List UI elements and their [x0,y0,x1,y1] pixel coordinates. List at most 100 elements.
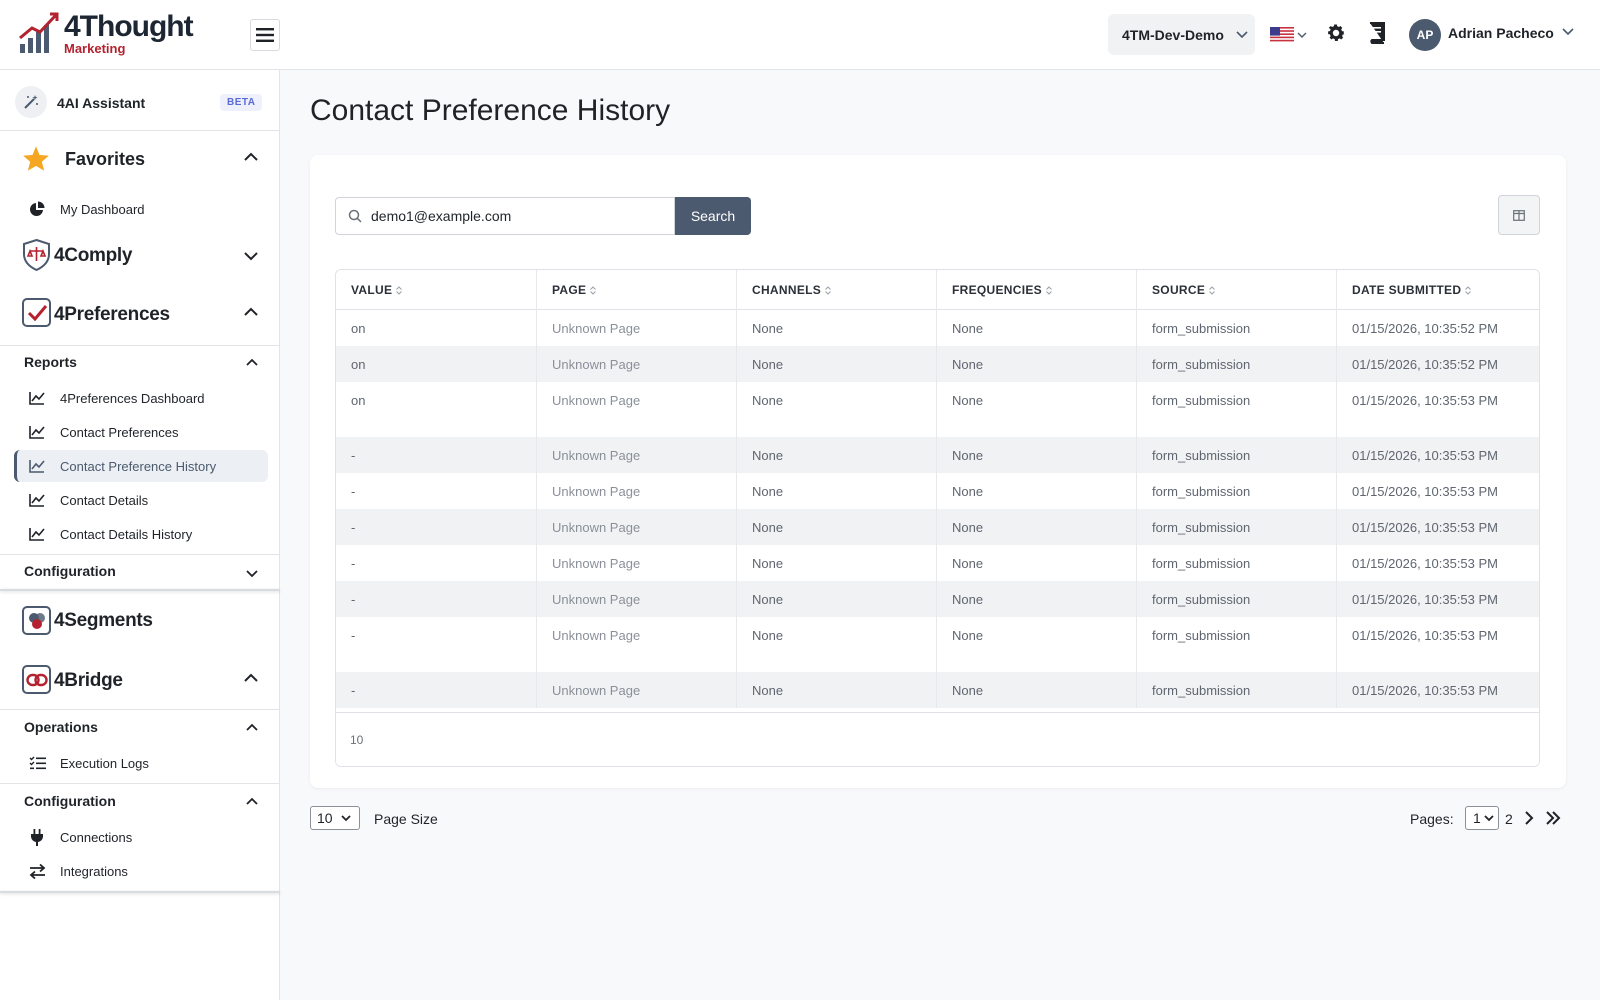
line-chart-icon [28,493,46,507]
cell-channels: None [737,382,937,437]
docs-button[interactable] [1367,22,1387,49]
line-chart-icon [28,459,46,473]
cell-date-submitted: 01/15/2026, 10:35:53 PM [1352,520,1499,535]
cell-source: form_submission [1137,382,1337,437]
settings-button[interactable] [1325,22,1347,49]
reports-title: Reports [24,354,77,370]
column-header-date-submitted[interactable]: DATE SUBMITTED [1337,270,1539,310]
table-row: - Unknown Page None None form_submission 01/1… [336,437,1539,473]
sidebar-item-execution-logs[interactable]: Execution Logs [14,747,268,779]
comply-title: 4Comply [54,245,133,266]
next-page-icon[interactable] [1524,811,1534,825]
menu-toggle-button[interactable] [250,19,280,51]
column-header-source[interactable]: SOURCE [1137,270,1337,310]
cell-page: Unknown Page [537,346,737,382]
sidebar: 4AI Assistant BETA Favorites My Dashboar… [0,70,280,1000]
segments-icon [22,606,51,635]
plug-icon [28,828,46,846]
cell-date-submitted: 01/15/2026, 10:35:53 PM [1352,448,1499,463]
cell-frequencies: None [937,672,1137,708]
column-header-label: DATE SUBMITTED [1352,283,1462,297]
sidebar-item-label: Contact Details [60,492,149,508]
sort-icon [590,285,597,295]
cell-source: form_submission [1137,509,1337,545]
cell-source: form_submission [1137,473,1337,509]
sidebar-item-contact-preference-history[interactable]: Contact Preference History [14,450,268,482]
column-header-value[interactable]: VALUE [336,270,537,310]
brand-sub: Marketing [64,41,126,56]
sidebar-item-contact-preferences[interactable]: Contact Preferences [14,416,268,448]
sidebar-item-label: Integrations [60,863,128,879]
chevron-down-icon[interactable] [1562,28,1574,36]
cell-channels: None [737,545,937,581]
current-page: 1 [1473,810,1481,826]
star-icon [23,146,49,171]
search-field[interactable] [335,197,675,235]
cell-date-submitted: 01/15/2026, 10:35:53 PM [1352,393,1499,408]
language-selector[interactable] [1270,26,1310,44]
pie-chart-icon [28,201,46,217]
sidebar-item-integrations[interactable]: Integrations [14,855,268,887]
cell-channels: None [737,310,937,346]
cell-frequencies: None [937,437,1137,473]
table-row: - Unknown Page None None form_submission 01/1… [336,545,1539,581]
avatar[interactable]: AP [1409,19,1441,51]
favorites-title: Favorites [65,149,146,169]
sidebar-item-contact-details[interactable]: Contact Details [14,484,268,516]
cell-frequencies: None [937,310,1137,346]
cell-value: - [336,509,537,545]
cell-page: Unknown Page [537,545,737,581]
table-header: VALUE PAGE CHANNELS FREQUENCIES SOURCE DATE S… [336,270,1539,310]
chevron-down-icon [246,570,258,578]
table-row: - Unknown Page None None form_submission 01/1… [336,473,1539,509]
org-selector[interactable]: 4TM-Dev-Demo [1108,14,1255,55]
table-row: on Unknown Page None None form_submission 01/… [336,346,1539,382]
column-header-frequencies[interactable]: FREQUENCIES [937,270,1137,310]
cell-value: - [336,545,537,581]
brand-logo[interactable]: 4Thought Marketing [18,10,208,56]
sidebar-item-4preferences-dashboard[interactable]: 4Preferences Dashboard [14,382,268,414]
cell-page: Unknown Page [537,672,737,708]
divider [0,709,280,710]
gear-icon [1328,24,1345,41]
ai-assistant-item[interactable]: 4AI Assistant BETA [0,70,280,131]
row-count: 10 [350,733,364,747]
search-button[interactable]: Search [675,197,751,235]
page-link-2[interactable]: 2 [1505,811,1513,827]
chevron-down-icon [244,252,258,261]
sidebar-item-connections[interactable]: Connections [14,821,268,853]
table-row: - Unknown Page None None form_submission 01/1… [336,617,1539,672]
search-input[interactable] [371,208,651,224]
table-footer: 10 [336,712,1539,766]
logo-chart-icon [19,12,59,53]
chevron-down-icon [340,814,351,821]
divider [0,589,280,591]
divider [0,345,280,346]
column-header-page[interactable]: PAGE [537,270,737,310]
last-page-icon[interactable] [1545,811,1561,825]
line-chart-icon [28,425,46,439]
sidebar-item-contact-details-history[interactable]: Contact Details History [14,518,268,550]
cell-date-submitted: 01/15/2026, 10:35:52 PM [1352,357,1499,372]
line-chart-icon [28,391,46,405]
page-select[interactable]: 1 [1465,806,1499,830]
chevron-up-icon [244,152,258,161]
column-header-channels[interactable]: CHANNELS [737,270,937,310]
chevron-up-icon [246,797,258,805]
cell-frequencies: None [937,617,1137,672]
preferences-title: 4Preferences [54,304,170,325]
columns-icon [1513,209,1525,221]
page-size-select[interactable]: 10 [310,806,360,830]
cell-date-submitted: 01/15/2026, 10:35:53 PM [1352,628,1499,643]
sort-icon [1046,285,1052,295]
cell-page: Unknown Page [537,509,737,545]
cell-channels: None [737,473,937,509]
pages-label: Pages: [1410,811,1454,827]
hamburger-icon [256,28,274,42]
segments-title: 4Segments [54,610,153,631]
sidebar-item-my-dashboard[interactable]: My Dashboard [14,193,268,225]
chevron-up-icon [244,307,258,316]
user-name[interactable]: Adrian Pacheco [1448,25,1554,41]
column-toggle-button[interactable] [1498,195,1540,235]
list-check-icon [28,756,46,770]
